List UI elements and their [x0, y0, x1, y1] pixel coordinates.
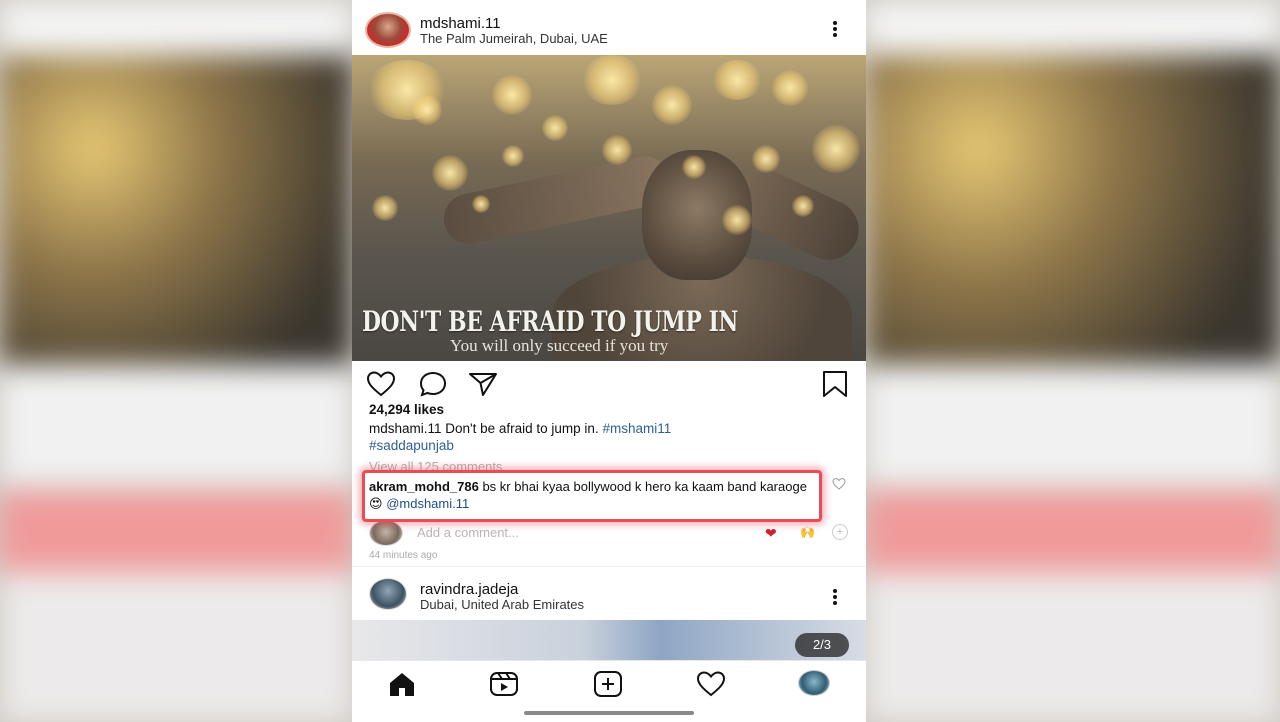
send-icon[interactable]	[468, 370, 498, 398]
image-headline: DON'T BE AFRAID TO JUMP IN	[362, 305, 738, 338]
profile-avatar[interactable]	[798, 670, 830, 696]
caption-text: Don't be afraid to jump in.	[441, 421, 603, 436]
post-username[interactable]: ravindra.jadeja	[420, 581, 518, 598]
more-options-icon[interactable]	[832, 21, 838, 39]
post-image[interactable]: 2/3	[352, 620, 866, 660]
avatar	[369, 520, 403, 546]
heart-icon[interactable]	[366, 370, 396, 398]
comment-highlight-box	[362, 470, 822, 522]
divider	[352, 566, 866, 567]
post-username[interactable]: mdshami.11	[420, 15, 501, 32]
avatar[interactable]	[369, 578, 407, 610]
more-options-icon[interactable]	[832, 589, 838, 607]
hashtag[interactable]: #mshami11	[602, 421, 671, 436]
comment-like-icon[interactable]	[832, 477, 846, 491]
add-comment-input[interactable]: Add a comment...	[417, 525, 519, 540]
like-count[interactable]: 24,294 likes	[369, 402, 444, 417]
post-image[interactable]: DON'T BE AFRAID TO JUMP IN You will only…	[352, 55, 866, 361]
post-timestamp: 44 minutes ago	[369, 550, 438, 561]
post-actions	[352, 365, 866, 401]
bottom-nav	[352, 660, 866, 722]
new-post-icon[interactable]	[592, 670, 624, 698]
post-location[interactable]: The Palm Jumeirah, Dubai, UAE	[420, 31, 608, 46]
comment-icon[interactable]	[418, 370, 448, 398]
blurred-backdrop-left	[0, 0, 352, 722]
quick-heart-emoji[interactable]: ❤	[765, 525, 777, 542]
quick-emoji[interactable]: 🙌	[800, 525, 815, 539]
image-subline: You will only succeed if you try	[450, 336, 669, 355]
post-location[interactable]: Dubai, United Arab Emirates	[420, 597, 584, 612]
home-indicator	[524, 711, 694, 715]
add-emoji-icon[interactable]: +	[832, 524, 848, 540]
avatar[interactable]	[365, 12, 411, 48]
post-header: mdshami.11 The Palm Jumeirah, Dubai, UAE	[352, 0, 866, 55]
post-caption: mdshami.11 Don't be afraid to jump in. #…	[369, 420, 849, 454]
reels-icon[interactable]	[488, 670, 520, 698]
home-icon[interactable]	[386, 670, 418, 698]
bookmark-icon[interactable]	[820, 370, 850, 398]
activity-heart-icon[interactable]	[695, 670, 727, 698]
hashtag[interactable]: #saddapunjab	[369, 438, 454, 453]
post-header: ravindra.jadeja Dubai, United Arab Emira…	[352, 572, 866, 620]
blurred-backdrop-right	[866, 0, 1280, 722]
carousel-counter: 2/3	[795, 633, 849, 657]
caption-username[interactable]: mdshami.11	[369, 421, 442, 436]
instagram-feed: mdshami.11 The Palm Jumeirah, Dubai, UAE…	[352, 0, 866, 722]
